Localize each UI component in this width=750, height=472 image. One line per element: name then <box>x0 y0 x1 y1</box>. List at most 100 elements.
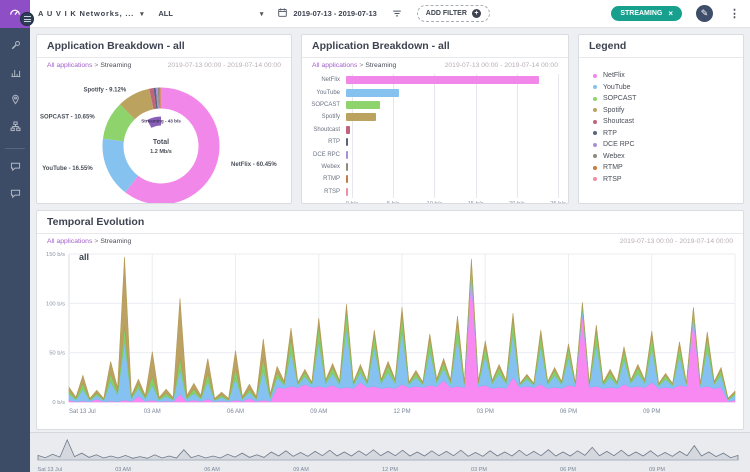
bar-row: Spotify <box>302 111 558 123</box>
bar-axis-tick: 15 b/s <box>468 201 484 204</box>
legend-color-icon <box>593 143 597 147</box>
bar-category-label: RTSP <box>302 189 346 195</box>
sidebar-item-feedback[interactable] <box>0 182 30 209</box>
overview-x-tick: 03 PM <box>471 467 487 472</box>
streaming-filter-chip[interactable]: STREAMING × <box>611 6 682 21</box>
temporal-x-tick: 12 PM <box>393 409 410 415</box>
legend-item-label: Webex <box>603 153 625 160</box>
breadcrumb: All applications>Streaming <box>312 62 396 69</box>
panel-title: Application Breakdown - all <box>37 35 291 58</box>
bar[interactable] <box>346 151 348 159</box>
legend-item[interactable]: RTMP <box>593 164 743 171</box>
sidebar-item-chat[interactable] <box>0 155 30 182</box>
bar-category-label: Spotify <box>302 114 346 120</box>
scope-selector[interactable]: ALL ▾ <box>158 9 263 18</box>
bar-row: Shoutcast <box>302 124 558 136</box>
bar[interactable] <box>346 113 376 121</box>
panel-date-range: 2019-07-13 00:00 - 2019-07-14 00:00 <box>620 238 733 245</box>
bar[interactable] <box>346 76 539 84</box>
panel-application-breakdown-donut: Application Breakdown - all All applicat… <box>36 34 292 204</box>
overview-x-tick: 09 AM <box>293 467 309 472</box>
sidebar-item-locations[interactable] <box>0 88 30 115</box>
legend-item[interactable]: YouTube <box>593 84 743 91</box>
overflow-menu-button[interactable]: ⋮ <box>727 7 742 20</box>
bar-category-label: SOPCAST <box>302 102 346 108</box>
company-selector[interactable]: A U V I K Networks, ... ▾ <box>38 9 144 18</box>
sidebar-item-tools[interactable] <box>0 34 30 61</box>
legend-item[interactable]: Webex <box>593 153 743 160</box>
panel-temporal-evolution: Temporal Evolution All applications>Stre… <box>36 210 744 430</box>
overview-timeline-chart[interactable] <box>34 435 742 462</box>
chat-bubble-icon <box>9 160 22 178</box>
legend-color-icon <box>593 177 597 181</box>
temporal-x-tick: 09 PM <box>643 409 660 415</box>
overview-x-tick: 06 AM <box>204 467 220 472</box>
legend-item[interactable]: SOPCAST <box>593 95 743 102</box>
bar-category-label: YouTube <box>302 90 346 96</box>
plus-icon: + <box>472 9 481 18</box>
sidebar <box>0 0 30 472</box>
sidebar-item-reports[interactable] <box>0 61 30 88</box>
bar-axis-tick: 25 b/s <box>550 201 566 204</box>
breadcrumb-all-applications-link[interactable]: All applications <box>47 238 92 245</box>
temporal-series-title: all <box>79 252 89 262</box>
filter-funnel-icon[interactable] <box>391 8 403 19</box>
overview-x-tick: 09 PM <box>649 467 665 472</box>
legend-item-label: RTSP <box>603 176 622 183</box>
temporal-area-chart[interactable]: 0 b/s50 b/s100 b/s150 b/sSat 13 Jul03 AM… <box>37 246 743 422</box>
bar[interactable] <box>346 126 350 134</box>
donut-center-value: 1.2 Mb/s <box>150 149 172 155</box>
donut-chart[interactable]: NetFlix - 60.45%YouTube - 16.55%SOPCAST … <box>37 70 291 204</box>
bar-category-label: DCE RPC <box>302 152 346 158</box>
bar[interactable] <box>346 188 348 196</box>
bar-row: NetFlix <box>302 74 558 86</box>
bar[interactable] <box>346 101 380 109</box>
legend-item[interactable]: DCE RPC <box>593 141 743 148</box>
legend-item-label: NetFlix <box>603 72 625 79</box>
legend-item[interactable]: Spotify <box>593 107 743 114</box>
bar-row: SOPCAST <box>302 99 558 111</box>
legend-item[interactable]: RTSP <box>593 176 743 183</box>
feedback-bubble-icon <box>9 187 22 205</box>
breadcrumb-all-applications-link[interactable]: All applications <box>312 62 357 69</box>
overview-timeline-axis: Sat 13 Jul03 AM06 AM09 AM12 PM03 PM06 PM… <box>34 467 746 472</box>
bar[interactable] <box>346 89 399 97</box>
temporal-x-tick: 06 PM <box>560 409 577 415</box>
legend-item[interactable]: NetFlix <box>593 72 743 79</box>
map-pin-icon <box>9 93 22 111</box>
breadcrumb-all-applications-link[interactable]: All applications <box>47 62 92 69</box>
bar-category-label: NetFlix <box>302 77 346 83</box>
legend-item-label: YouTube <box>603 84 631 91</box>
bar[interactable] <box>346 163 348 171</box>
legend-color-icon <box>593 74 597 78</box>
add-filter-button[interactable]: ADD FILTER + <box>417 5 490 22</box>
bar[interactable] <box>346 138 348 146</box>
pencil-icon: ✎ <box>701 8 709 18</box>
temporal-x-tick: 06 AM <box>227 409 244 415</box>
panel-date-range: 2019-07-13 00:00 - 2019-07-14 00:00 <box>445 62 558 69</box>
bar-row: DCE RPC <box>302 148 558 160</box>
close-icon[interactable]: × <box>668 9 673 18</box>
overview-timeline[interactable]: Sat 13 Jul03 AM06 AM09 AM12 PM03 PM06 PM… <box>30 432 750 472</box>
legend-color-icon <box>593 120 597 124</box>
legend-item[interactable]: Shoutcast <box>593 118 743 125</box>
temporal-x-tick: 09 AM <box>310 409 327 415</box>
sidebar-item-topology[interactable] <box>0 115 30 142</box>
bar-axis-tick: 10 b/s <box>426 201 442 204</box>
bar[interactable] <box>346 175 348 183</box>
scope-selector-value: ALL <box>158 9 173 18</box>
edit-dashboard-button[interactable]: ✎ <box>696 5 713 22</box>
chevron-down-icon: ▾ <box>260 10 264 18</box>
overview-x-tick: Sat 13 Jul <box>38 467 62 472</box>
donut-center-label: Total <box>153 139 169 146</box>
bar-chart[interactable]: NetFlix YouTube SOPCAST Spotify Shoutcast RTP… <box>302 70 568 204</box>
legend-item-label: RTMP <box>603 164 623 171</box>
date-range-picker[interactable]: 2019-07-13 - 2019-07-13 <box>277 7 376 20</box>
bar-category-label: RTP <box>302 139 346 145</box>
sidebar-toggle[interactable] <box>20 12 34 26</box>
topbar: A U V I K Networks, ... ▾ ALL ▾ 2019-07-… <box>30 0 750 28</box>
main-content: Application Breakdown - all All applicat… <box>30 28 750 432</box>
sitemap-icon <box>9 120 22 138</box>
legend-item[interactable]: RTP <box>593 130 743 137</box>
legend-list: NetFlix YouTube SOPCAST Spotify Shoutcast RTP… <box>579 58 743 183</box>
